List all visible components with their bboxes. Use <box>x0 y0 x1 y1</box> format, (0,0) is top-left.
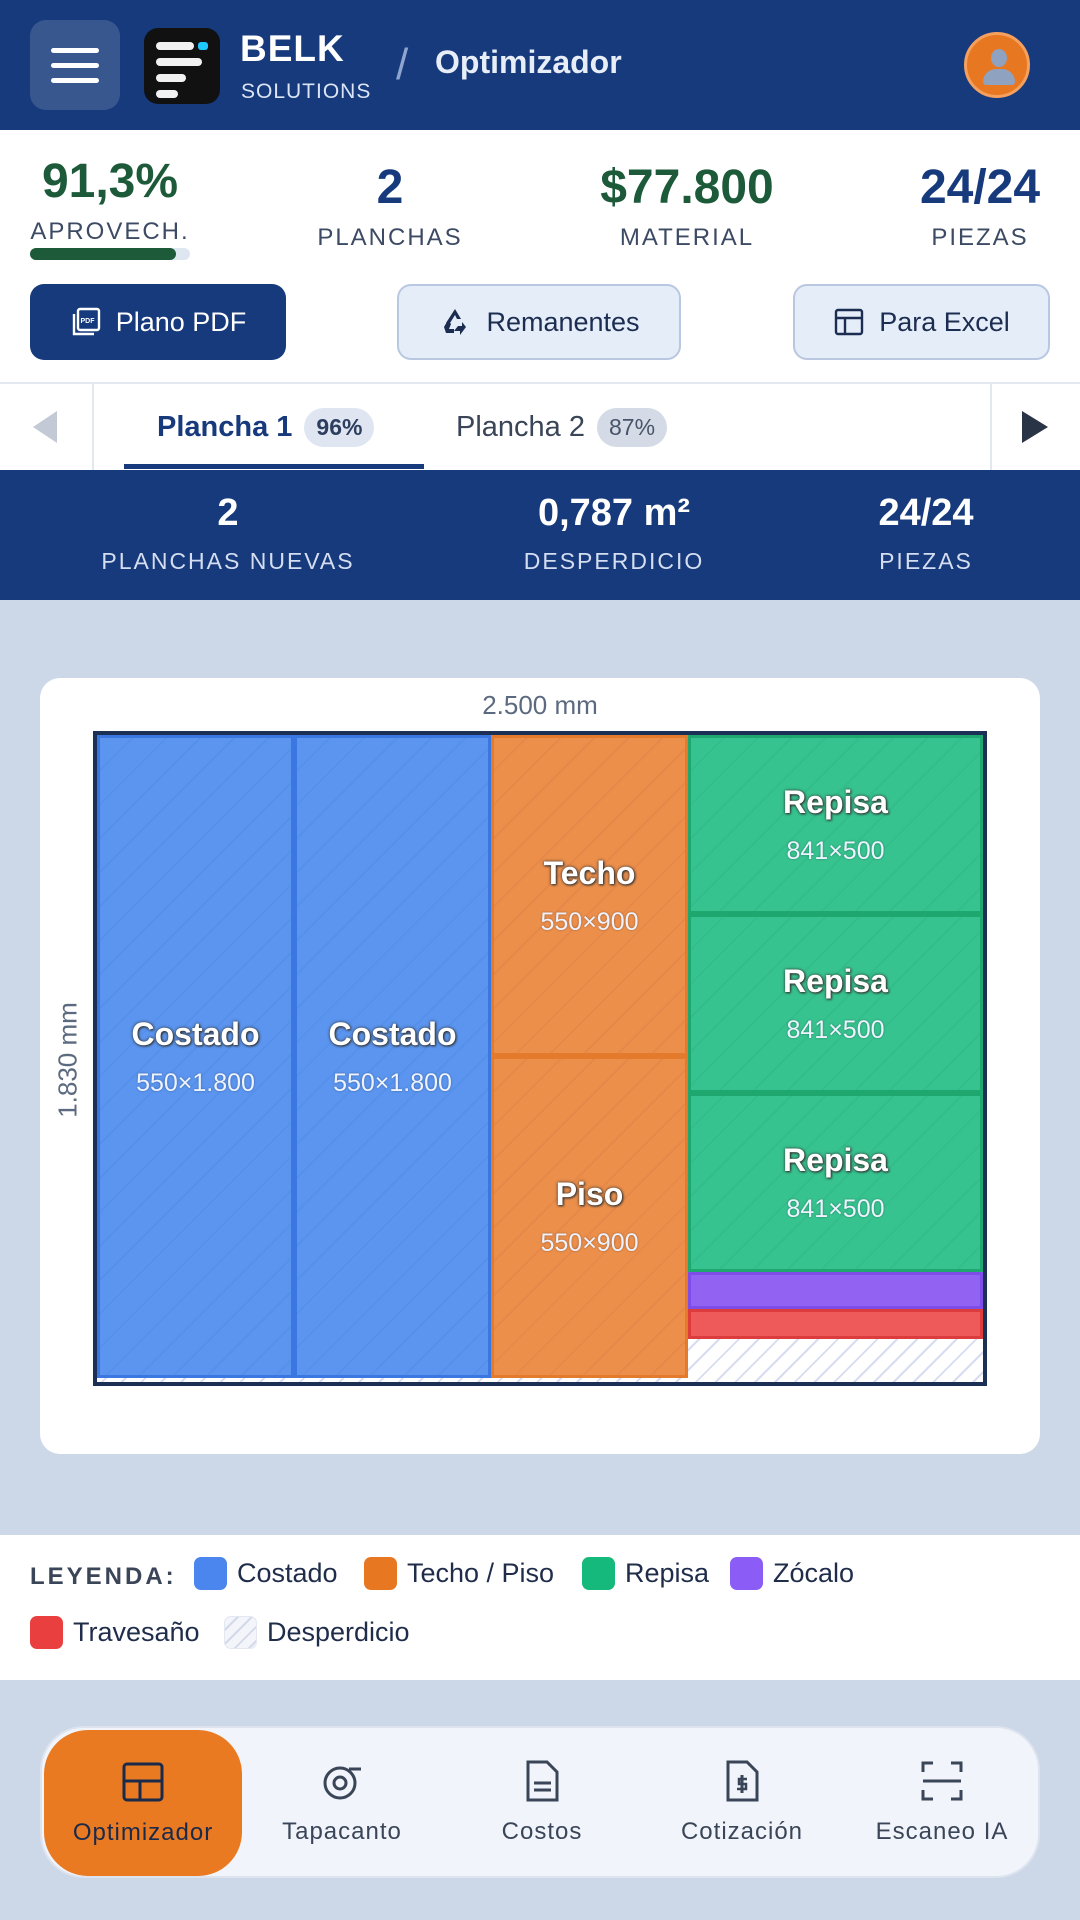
hamburger-icon <box>51 47 99 53</box>
piece-travesano[interactable] <box>688 1309 983 1339</box>
nav-cotizacion[interactable]: Cotización <box>642 1728 842 1876</box>
remnants-label: Remanentes <box>486 306 640 337</box>
summary-pieces: 24/24 PIEZAS <box>878 492 974 574</box>
user-icon <box>991 49 1007 67</box>
stat-boards: 2 PLANCHAS <box>317 161 463 252</box>
pdf-icon: PDF <box>72 307 100 336</box>
summary-waste: 0,787 m² DESPERDICIO <box>523 492 705 574</box>
stat-pieces: 24/24 PIEZAS <box>919 161 1041 252</box>
recycle-icon <box>444 309 467 335</box>
legend-title: LEYENDA: <box>30 1563 177 1590</box>
app-header: BELK SOLUTIONS / Optimizador <box>0 0 1080 130</box>
piece-costado[interactable]: Costado 550×1.800 <box>97 735 294 1378</box>
tab-badge: 87% <box>597 407 668 447</box>
scan-icon <box>921 1761 963 1801</box>
legend-swatch <box>194 1557 227 1590</box>
next-board-button[interactable] <box>990 384 1080 470</box>
avatar[interactable] <box>964 32 1030 98</box>
prev-board-button[interactable] <box>0 384 94 470</box>
brand-subtitle: SOLUTIONS <box>241 80 372 103</box>
stats-panel: 91,3% APROVECH. 2 PLANCHAS $77.800 MATER… <box>0 130 1080 382</box>
board-summary: 2 PLANCHAS NUEVAS 0,787 m² DESPERDICIO 2… <box>0 470 1080 600</box>
legend-swatch <box>364 1557 397 1590</box>
brand-logo <box>144 28 220 104</box>
page-title: Optimizador <box>435 44 622 80</box>
svg-text:PDF: PDF <box>80 318 95 325</box>
menu-button[interactable] <box>30 20 120 110</box>
board-tabs: Plancha 1 96% Plancha 2 87% <box>0 382 1080 470</box>
utilization-progress <box>30 248 190 260</box>
excel-label: Para Excel <box>879 306 1010 337</box>
summary-new-boards: 2 PLANCHAS NUEVAS <box>101 492 355 574</box>
piece-costado[interactable]: Costado 550×1.800 <box>294 735 491 1378</box>
active-tab-indicator <box>124 464 424 469</box>
tab-badge: 96% <box>304 407 375 447</box>
pdf-plan-label: Plano PDF <box>115 306 247 337</box>
remnants-button[interactable]: Remanentes <box>397 284 681 360</box>
board-width-label: 2.500 mm <box>482 690 598 720</box>
brand-name: BELK <box>240 28 345 69</box>
legend: LEYENDA: Costado Techo / Piso Repisa Zóc… <box>0 1535 1080 1680</box>
legend-item-techo-piso: Techo / Piso <box>364 1557 554 1590</box>
legend-item-travesano: Travesaño <box>30 1616 200 1649</box>
excel-button[interactable]: Para Excel <box>793 284 1050 360</box>
nav-tapacanto[interactable]: Tapacanto <box>242 1728 442 1876</box>
piece-repisa[interactable]: Repisa 841×500 <box>688 735 983 914</box>
cutting-sheet: Costado 550×1.800 Costado 550×1.800 Tech… <box>93 731 987 1386</box>
invoice-icon <box>726 1760 759 1802</box>
board-height-label: 1.830 mm <box>52 1002 83 1118</box>
bottom-nav: Optimizador Tapacanto Costos Cotización … <box>40 1726 1040 1878</box>
breadcrumb-separator: / <box>396 40 409 89</box>
tab-board-2[interactable]: Plancha 2 87% <box>456 384 668 470</box>
legend-item-repisa: Repisa <box>582 1557 709 1590</box>
layout-icon <box>122 1762 164 1802</box>
piece-repisa[interactable]: Repisa 841×500 <box>688 914 983 1093</box>
legend-swatch <box>224 1616 257 1649</box>
document-icon <box>526 1760 559 1802</box>
nav-escaneo-ia[interactable]: Escaneo IA <box>842 1728 1042 1876</box>
nav-optimizador[interactable]: Optimizador <box>44 1730 242 1876</box>
legend-item-desperdicio: Desperdicio <box>224 1616 410 1649</box>
stat-utilization: 91,3% APROVECH. <box>30 155 190 246</box>
tab-board-1[interactable]: Plancha 1 96% <box>157 384 375 470</box>
stat-material-cost: $77.800 MATERIAL <box>600 161 774 252</box>
legend-swatch <box>30 1616 63 1649</box>
legend-item-zocalo: Zócalo <box>730 1557 854 1590</box>
piece-repisa[interactable]: Repisa 841×500 <box>688 1093 983 1272</box>
nav-costos[interactable]: Costos <box>442 1728 642 1876</box>
pdf-plan-button[interactable]: PDF Plano PDF <box>30 284 286 360</box>
legend-swatch <box>582 1557 615 1590</box>
legend-swatch <box>730 1557 763 1590</box>
piece-zocalo[interactable] <box>688 1272 983 1309</box>
piece-piso[interactable]: Piso 550×900 <box>491 1056 688 1378</box>
tape-icon <box>323 1766 361 1800</box>
legend-item-costado: Costado <box>194 1557 338 1590</box>
piece-techo[interactable]: Techo 550×900 <box>491 735 688 1056</box>
table-icon <box>835 308 864 336</box>
